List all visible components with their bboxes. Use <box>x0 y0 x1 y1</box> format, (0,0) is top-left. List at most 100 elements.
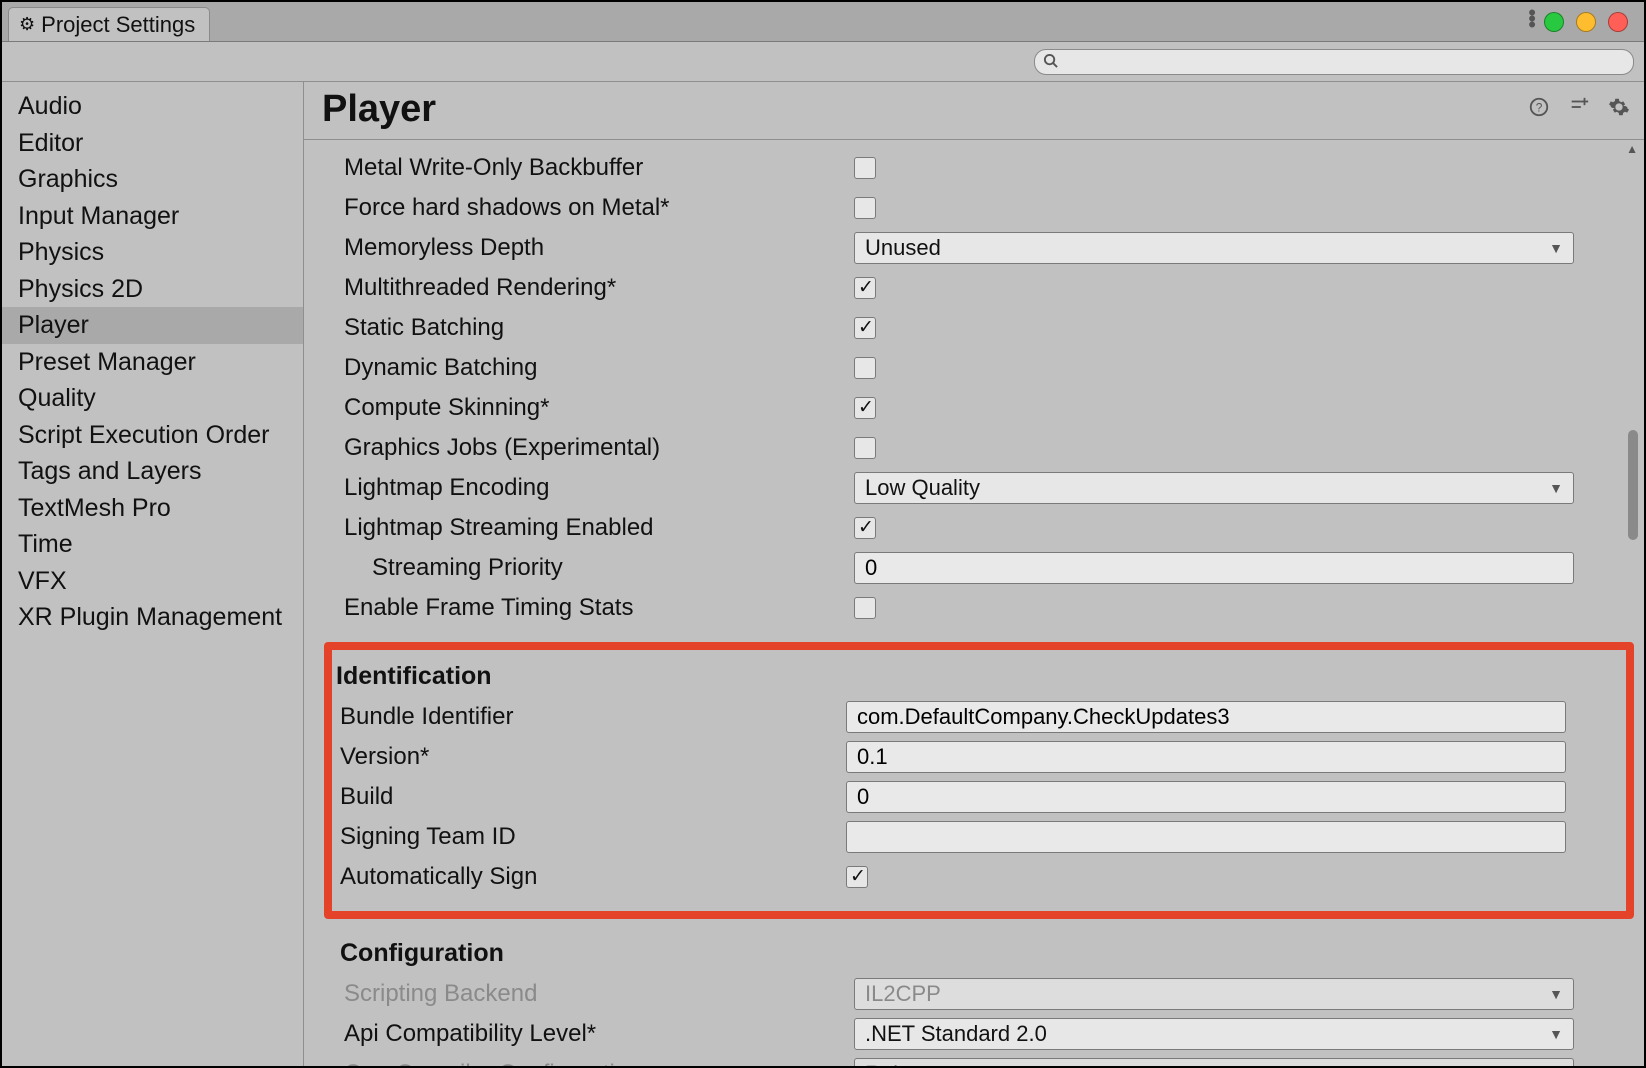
control <box>854 552 1616 584</box>
scroll-up-arrow-icon[interactable]: ▲ <box>1626 142 1638 156</box>
signing-team-field[interactable] <box>846 821 1566 853</box>
label: Lightmap Encoding <box>344 474 854 502</box>
sidebar-item-xr-plugin-management[interactable]: XR Plugin Management <box>2 599 303 636</box>
sidebar-item-physics[interactable]: Physics <box>2 234 303 271</box>
cpp-compiler-label: C++ Compiler Configuration <box>344 1060 854 1066</box>
search-icon <box>1043 53 1058 72</box>
tab-project-settings[interactable]: ⚙ Project Settings <box>8 7 210 41</box>
select[interactable]: Unused ▼ <box>854 232 1574 264</box>
sidebar-item-editor[interactable]: Editor <box>2 125 303 162</box>
build-field[interactable] <box>846 781 1566 813</box>
signing-team-input[interactable] <box>857 824 1555 850</box>
checkbox[interactable] <box>854 317 876 339</box>
control <box>854 157 1616 179</box>
version-field[interactable] <box>846 741 1566 773</box>
sidebar-item-time[interactable]: Time <box>2 526 303 563</box>
settings-gear-icon[interactable] <box>1608 96 1630 123</box>
text-input[interactable] <box>865 555 1563 581</box>
row-automatically-sign: Automatically Sign <box>340 857 1618 897</box>
control <box>854 197 1616 219</box>
checkbox[interactable] <box>854 437 876 459</box>
sidebar-item-textmesh-pro[interactable]: TextMesh Pro <box>2 490 303 527</box>
api-compat-value: .NET Standard 2.0 <box>865 1021 1047 1047</box>
help-icon[interactable]: ? <box>1528 96 1550 123</box>
row-static-batching: Static Batching <box>344 308 1616 348</box>
signing-team-label: Signing Team ID <box>340 823 846 851</box>
svg-text:?: ? <box>1536 101 1543 115</box>
control <box>854 397 1616 419</box>
checkbox[interactable] <box>854 517 876 539</box>
chevron-down-icon: ▼ <box>1549 240 1563 256</box>
scrollbar-thumb[interactable] <box>1628 430 1638 540</box>
row-enable-frame-timing-stats: Enable Frame Timing Stats <box>344 588 1616 628</box>
checkbox[interactable] <box>854 397 876 419</box>
checkbox[interactable] <box>854 357 876 379</box>
row-bundle-identifier: Bundle Identifier <box>340 697 1618 737</box>
row-multithreaded-rendering-: Multithreaded Rendering* <box>344 268 1616 308</box>
bundle-id-label: Bundle Identifier <box>340 703 846 731</box>
build-input[interactable] <box>857 784 1555 810</box>
label: Enable Frame Timing Stats <box>344 594 854 622</box>
version-input[interactable] <box>857 744 1555 770</box>
autosign-checkbox[interactable] <box>846 866 868 888</box>
sidebar-item-physics-2d[interactable]: Physics 2D <box>2 271 303 308</box>
control <box>854 437 1616 459</box>
sidebar-item-audio[interactable]: Audio <box>2 88 303 125</box>
checkbox[interactable] <box>854 597 876 619</box>
checkbox[interactable] <box>854 157 876 179</box>
label: Lightmap Streaming Enabled <box>344 514 854 542</box>
window-maximize-button[interactable] <box>1544 12 1564 32</box>
control <box>854 597 1616 619</box>
api-compat-select[interactable]: .NET Standard 2.0 ▼ <box>854 1018 1574 1050</box>
settings-sidebar: AudioEditorGraphicsInput ManagerPhysicsP… <box>2 82 304 1066</box>
window-close-button[interactable] <box>1608 12 1628 32</box>
checkbox[interactable] <box>854 277 876 299</box>
search-input[interactable] <box>1034 49 1634 75</box>
row-cpp-compiler: C++ Compiler Configuration Release ▼ <box>344 1054 1616 1066</box>
row-streaming-priority: Streaming Priority <box>344 548 1616 588</box>
control <box>854 317 1616 339</box>
sidebar-item-player[interactable]: Player <box>2 307 303 344</box>
control: Low Quality ▼ <box>854 472 1616 504</box>
select-value: Unused <box>865 235 941 261</box>
select-value: Low Quality <box>865 475 980 501</box>
project-settings-window: ⚙ Project Settings ••• AudioEditorGraphi… <box>0 0 1646 1068</box>
header-icons: ? <box>1528 96 1630 123</box>
label: Streaming Priority <box>344 554 854 582</box>
sidebar-item-preset-manager[interactable]: Preset Manager <box>2 344 303 381</box>
sidebar-item-graphics[interactable]: Graphics <box>2 161 303 198</box>
chevron-down-icon: ▼ <box>1549 480 1563 496</box>
label: Force hard shadows on Metal* <box>344 194 854 222</box>
textfield[interactable] <box>854 552 1574 584</box>
kebab-icon[interactable]: ••• <box>1528 10 1534 28</box>
label: Dynamic Batching <box>344 354 854 382</box>
sidebar-item-quality[interactable]: Quality <box>2 380 303 417</box>
select[interactable]: Low Quality ▼ <box>854 472 1574 504</box>
row-dynamic-batching: Dynamic Batching <box>344 348 1616 388</box>
scripting-backend-select: IL2CPP ▼ <box>854 978 1574 1010</box>
scripting-backend-label: Scripting Backend <box>344 980 854 1008</box>
label: Graphics Jobs (Experimental) <box>344 434 854 462</box>
row-scripting-backend: Scripting Backend IL2CPP ▼ <box>344 974 1616 1014</box>
version-label: Version* <box>340 743 846 771</box>
content-header: Player ? <box>304 82 1644 140</box>
sidebar-item-vfx[interactable]: VFX <box>2 563 303 600</box>
searchbar-row <box>2 42 1644 82</box>
cpp-compiler-select: Release ▼ <box>854 1058 1574 1066</box>
bundle-id-input[interactable] <box>857 704 1555 730</box>
main-body: AudioEditorGraphicsInput ManagerPhysicsP… <box>2 82 1644 1066</box>
gear-icon: ⚙ <box>19 14 35 35</box>
window-minimize-button[interactable] <box>1576 12 1596 32</box>
sidebar-item-input-manager[interactable]: Input Manager <box>2 198 303 235</box>
control: Unused ▼ <box>854 232 1616 264</box>
label: Multithreaded Rendering* <box>344 274 854 302</box>
scripting-backend-value: IL2CPP <box>865 981 941 1007</box>
scrollbar-track[interactable]: ▲ <box>1626 140 1640 1066</box>
sidebar-item-tags-and-layers[interactable]: Tags and Layers <box>2 453 303 490</box>
row-graphics-jobs-experimental-: Graphics Jobs (Experimental) <box>344 428 1616 468</box>
bundle-id-field[interactable] <box>846 701 1566 733</box>
preset-icon[interactable] <box>1568 96 1590 123</box>
sidebar-item-script-execution-order[interactable]: Script Execution Order <box>2 417 303 454</box>
control <box>854 277 1616 299</box>
checkbox[interactable] <box>854 197 876 219</box>
